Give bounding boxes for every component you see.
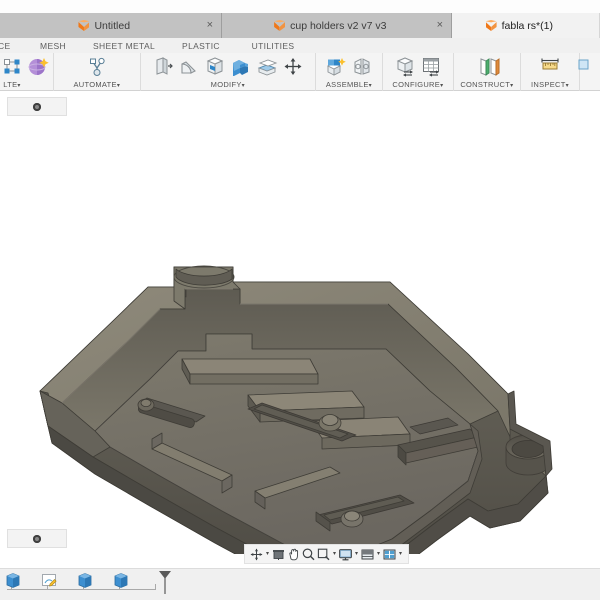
timeline-bar[interactable] bbox=[0, 568, 600, 600]
move-copy-icon[interactable] bbox=[281, 55, 305, 78]
ribbon-group-label[interactable]: MODIFY▾ bbox=[211, 80, 245, 89]
ribbon-tab-utilities[interactable]: UTILITIES bbox=[238, 41, 308, 51]
viewports-icon[interactable] bbox=[382, 547, 397, 562]
document-tab-fabla-rs[interactable]: fabla rs*(1) × bbox=[452, 13, 600, 38]
close-icon[interactable]: × bbox=[207, 20, 213, 31]
create-generative-design-icon[interactable] bbox=[26, 55, 50, 78]
display-settings-icon[interactable] bbox=[338, 547, 353, 562]
cad-model-body[interactable] bbox=[0, 91, 600, 554]
navbar-item-grid-snaps[interactable]: ▾ bbox=[360, 547, 382, 562]
ribbon-tab-plastic[interactable]: PLASTIC bbox=[164, 41, 238, 51]
document-tab-untitled[interactable]: Untitled × bbox=[0, 13, 222, 38]
chevron-down-icon[interactable]: ▾ bbox=[353, 547, 360, 562]
ribbon-group-inspect: INSPECT▾ bbox=[521, 53, 581, 91]
ribbon-group-label[interactable]: ASSEMBLE▾ bbox=[326, 80, 372, 89]
ribbon-group-assemble: ASSEMBLE▾ bbox=[316, 53, 383, 91]
ribbon-tab-surface[interactable]: ACE bbox=[0, 41, 22, 51]
close-icon[interactable]: × bbox=[437, 20, 443, 31]
document-tab-label: fabla rs*(1) bbox=[501, 19, 553, 32]
document-tab-label: cup holders v2 v7 v3 bbox=[290, 19, 387, 32]
shell-icon[interactable] bbox=[203, 55, 227, 78]
window-top-strip bbox=[0, 0, 600, 13]
ribbon-tab-sheet-metal[interactable]: SHEET METAL bbox=[84, 41, 164, 51]
combine-icon[interactable] bbox=[229, 55, 253, 78]
ribbon-group-overflow[interactable] bbox=[578, 53, 600, 91]
ribbon-group-modify: MODIFY▾ bbox=[141, 53, 316, 91]
measure-icon[interactable] bbox=[538, 55, 562, 78]
ribbon-overflow-icon[interactable] bbox=[578, 55, 600, 78]
orbit-icon[interactable] bbox=[249, 547, 264, 562]
offset-plane-icon[interactable] bbox=[474, 55, 500, 78]
navbar-item-look-at[interactable] bbox=[271, 547, 286, 562]
navbar-item-orbit[interactable]: ▾ bbox=[249, 547, 271, 562]
navbar-item-zoom[interactable] bbox=[301, 547, 316, 562]
grid-snaps-icon[interactable] bbox=[360, 547, 375, 562]
timeline-tick bbox=[155, 584, 156, 590]
ribbon-tab-mesh[interactable]: MESH bbox=[22, 41, 84, 51]
ribbon-group-label[interactable]: INSPECT▾ bbox=[531, 80, 569, 89]
configuration-table-icon[interactable] bbox=[419, 55, 443, 78]
navbar-item-viewports[interactable]: ▾ bbox=[382, 547, 404, 562]
joint-icon[interactable] bbox=[350, 55, 374, 78]
ribbon-group-label[interactable]: CONSTRUCT▾ bbox=[460, 80, 513, 89]
navbar-item-pan[interactable] bbox=[286, 547, 301, 562]
navbar-item-display-settings[interactable]: ▾ bbox=[338, 547, 360, 562]
fillet-icon[interactable] bbox=[177, 55, 201, 78]
ribbon-group-label[interactable]: LTE▾ bbox=[3, 80, 20, 89]
create-form-icon[interactable] bbox=[0, 55, 24, 78]
navbar-item-zoom-window[interactable]: ▾ bbox=[316, 547, 338, 562]
pan-icon[interactable] bbox=[286, 547, 301, 562]
timeline-feature-extrude-3[interactable] bbox=[112, 572, 130, 592]
chevron-down-icon[interactable]: ▾ bbox=[331, 547, 338, 562]
split-face-icon[interactable] bbox=[255, 55, 279, 78]
ribbon-group-create: LTE▾ bbox=[0, 53, 54, 91]
zoom-icon[interactable] bbox=[301, 547, 316, 562]
ribbon-group-label[interactable]: AUTOMATE▾ bbox=[73, 80, 120, 89]
new-component-icon[interactable] bbox=[324, 55, 348, 78]
ribbon-group-automate: AUTOMATE▾ bbox=[54, 53, 141, 91]
chevron-down-icon[interactable]: ▾ bbox=[375, 547, 382, 562]
fusion-cube-icon bbox=[78, 20, 90, 31]
document-tab-bar: Untitled × cup holders v2 v7 v3 × fabla … bbox=[0, 13, 600, 38]
fusion-cube-icon bbox=[485, 20, 497, 31]
ribbon-group-construct: CONSTRUCT▾ bbox=[454, 53, 521, 91]
close-icon[interactable]: × bbox=[585, 20, 591, 31]
ribbon-group-configure: CONFIGURE▾ bbox=[383, 53, 454, 91]
ribbon-tab-row: ACE MESH SHEET METAL PLASTIC UTILITIES bbox=[0, 38, 600, 53]
cad-model-svg bbox=[39, 265, 553, 554]
timeline-feature-extrude-1[interactable] bbox=[4, 572, 22, 592]
timeline-feature-extrude-2[interactable] bbox=[76, 572, 94, 592]
timeline-feature-sketch[interactable] bbox=[40, 572, 58, 592]
look-at-icon[interactable] bbox=[271, 547, 286, 562]
automate-icon[interactable] bbox=[85, 55, 109, 78]
chevron-down-icon[interactable]: ▾ bbox=[264, 547, 271, 562]
view-navigation-bar: ▾ ▾ ▾ ▾ ▾ bbox=[244, 544, 409, 564]
timeline-playhead-marker[interactable] bbox=[158, 570, 172, 595]
viewport-canvas[interactable] bbox=[0, 91, 600, 554]
press-pull-icon[interactable] bbox=[151, 55, 175, 78]
timeline-feature-list bbox=[4, 572, 130, 592]
zoom-window-icon[interactable] bbox=[316, 547, 331, 562]
ribbon-group-label[interactable]: CONFIGURE▾ bbox=[392, 80, 443, 89]
chevron-down-icon[interactable]: ▾ bbox=[397, 547, 404, 562]
document-tab-label: Untitled bbox=[94, 19, 131, 32]
document-tab-cup-holders[interactable]: cup holders v2 v7 v3 × bbox=[222, 13, 452, 38]
configure-component-icon[interactable] bbox=[393, 55, 417, 78]
fusion-cube-icon bbox=[274, 20, 286, 31]
ribbon-toolbar: LTE▾ AUTOMATE▾ MODIFY▾ ASSEMBLE▾ CONFIGU… bbox=[0, 53, 600, 91]
